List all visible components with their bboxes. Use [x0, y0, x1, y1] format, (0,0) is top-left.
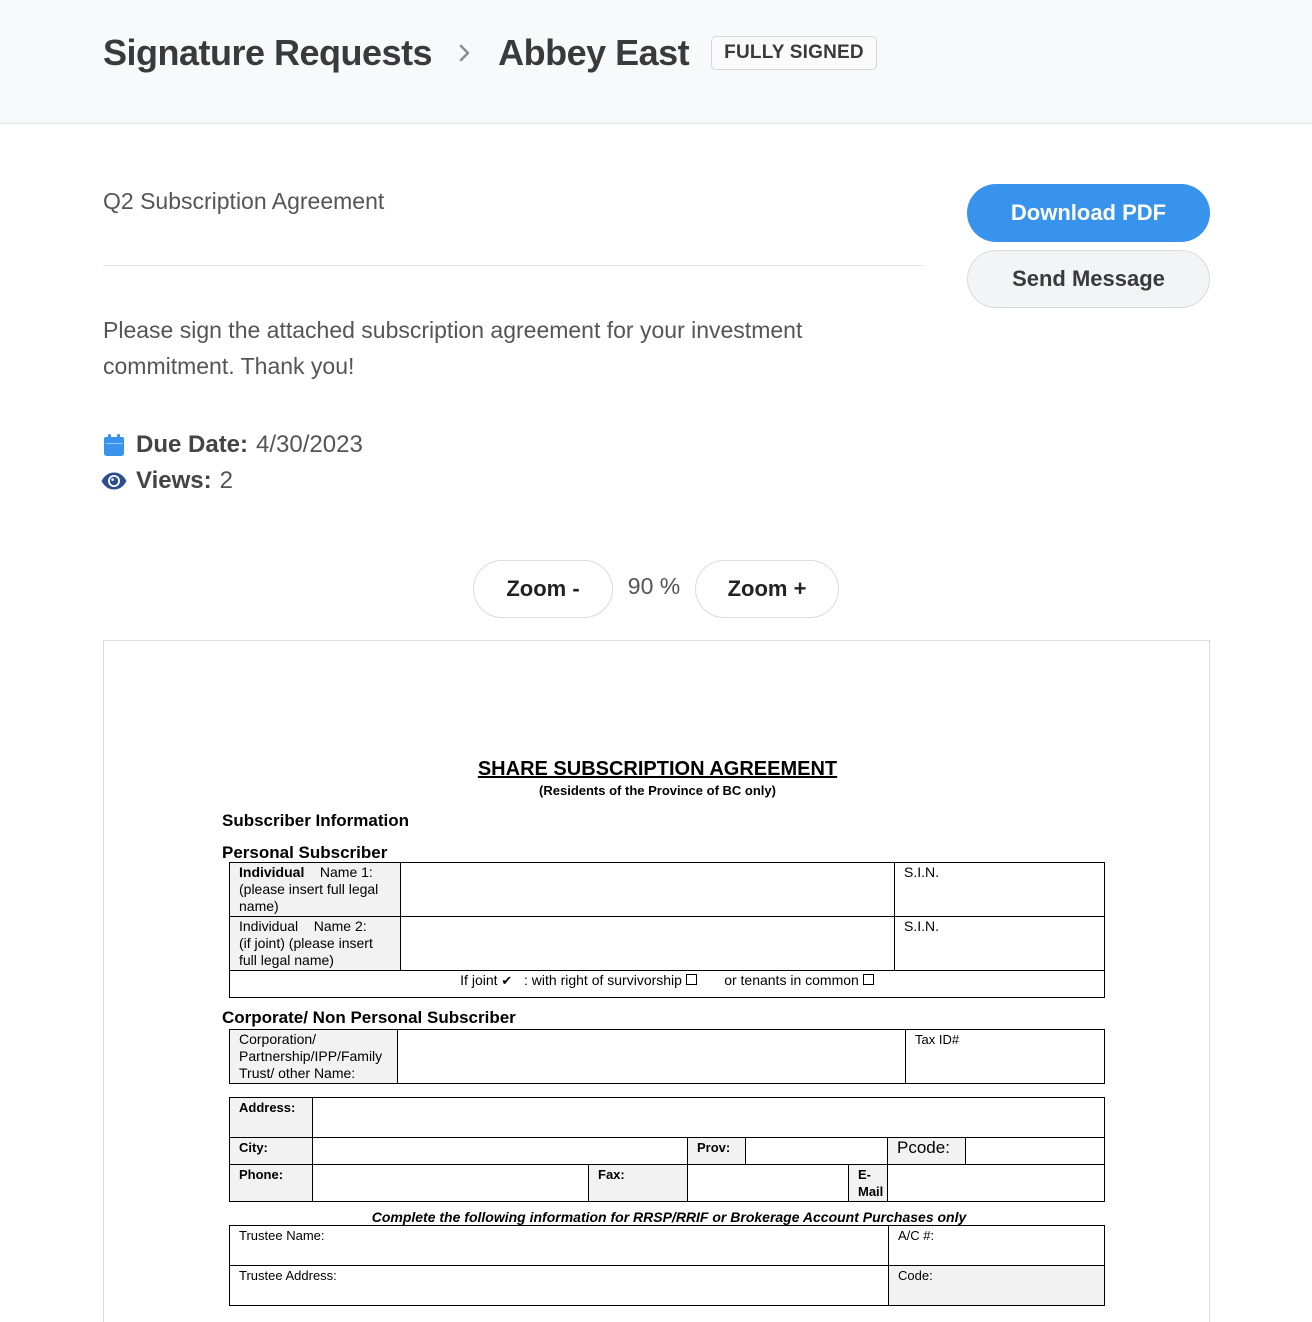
subscriber-info-heading: Subscriber Information	[222, 811, 410, 830]
fax-label: Fax:	[588, 1164, 688, 1202]
status-badge: FULLY SIGNED	[711, 36, 877, 70]
email-label: E-Mail	[848, 1164, 888, 1202]
personal-subscriber-heading: Personal Subscriber	[222, 843, 388, 862]
trustee-table: Trustee Name: A/C #: Trustee Address: Co…	[229, 1225, 1105, 1306]
joint-prefix: If joint	[460, 972, 498, 988]
name2-field	[400, 916, 895, 971]
calendar-icon	[100, 433, 128, 457]
tax-id-cell: Tax ID#	[905, 1029, 1105, 1084]
phone-field	[312, 1164, 589, 1202]
joint-ownership-row: If joint ✔ : with right of survivorship …	[229, 970, 1105, 998]
address-label: Address:	[229, 1097, 313, 1138]
name2-label-cell: Individual Name 2: (if joint) (please in…	[229, 916, 401, 971]
due-date-label: Due Date:	[136, 431, 249, 458]
prov-label: Prov:	[687, 1137, 746, 1165]
code-cell: Code:	[888, 1265, 1105, 1306]
address-table: Address: City: Prov: Pcode: Phone: Fax: …	[229, 1097, 1105, 1202]
trustee-name-cell: Trustee Name:	[229, 1225, 889, 1266]
tenants-checkbox	[862, 974, 874, 985]
rrsp-note: Complete the following information for R…	[371, 1209, 967, 1225]
name1-label-cell: Individual Name 1: (please insert full l…	[229, 862, 401, 917]
corporate-subscriber-table: Corporation/ Partnership/IPP/Family Trus…	[229, 1029, 1105, 1084]
due-date-value: 4/30/2023	[256, 431, 363, 458]
sin2-cell: S.I.N.	[894, 916, 1105, 971]
corporate-subscriber-heading: Corporate/ Non Personal Subscriber	[222, 1008, 516, 1027]
page-title: Abbey East	[498, 32, 690, 73]
fax-field	[687, 1164, 849, 1202]
pcode-label: Pcode:	[887, 1137, 966, 1165]
address-field	[312, 1097, 1105, 1138]
corporate-name-label: Corporation/ Partnership/IPP/Family Trus…	[229, 1029, 398, 1084]
corporate-name-field	[397, 1029, 906, 1084]
survivorship-checkbox	[685, 974, 697, 985]
breadcrumb: Signature Requests Abbey East FULLY SIGN…	[103, 30, 877, 76]
pdf-page: SHARE SUBSCRIPTION AGREEMENT (Residents …	[104, 641, 1209, 1322]
due-date-row: Due Date: 4/30/2023	[100, 431, 363, 459]
request-message: Please sign the attached subscription ag…	[103, 317, 803, 379]
joint-survivorship-text: : with right of survivorship	[524, 972, 682, 988]
trustee-address-cell: Trustee Address:	[229, 1265, 889, 1306]
pdf-title: SHARE SUBSCRIPTION AGREEMENT	[104, 758, 1209, 781]
eye-icon	[100, 471, 128, 491]
pdf-title-text: SHARE SUBSCRIPTION AGREEMENT	[477, 758, 838, 780]
chevron-right-icon	[432, 43, 498, 63]
joint-tenants-text: or tenants in common	[724, 972, 859, 988]
views-label: Views:	[136, 467, 212, 494]
name1-hint: (please insert full legal name)	[239, 881, 379, 914]
download-pdf-button[interactable]: Download PDF	[967, 184, 1210, 242]
send-message-button[interactable]: Send Message	[967, 250, 1210, 308]
name1-field	[400, 862, 895, 917]
page-header: Signature Requests Abbey East FULLY SIGN…	[0, 0, 1312, 124]
ac-number-cell: A/C #:	[888, 1225, 1105, 1266]
individual-label: Individual	[239, 864, 305, 880]
breadcrumb-signature-requests[interactable]: Signature Requests	[103, 32, 433, 74]
name2-hint: (if joint) (please insert full legal nam…	[239, 935, 373, 968]
phone-label: Phone:	[229, 1164, 313, 1202]
email-field	[887, 1164, 1105, 1202]
pcode-field	[965, 1137, 1105, 1165]
divider	[103, 265, 923, 266]
sin1-cell: S.I.N.	[894, 862, 1105, 917]
document-title: Q2 Subscription Agreement	[103, 188, 385, 214]
joint-check-icon: ✔	[501, 973, 513, 988]
views-value: 2	[219, 467, 233, 494]
city-label: City:	[229, 1137, 313, 1165]
zoom-out-button[interactable]: Zoom -	[473, 560, 613, 618]
views-row: Views: 2	[100, 467, 233, 495]
personal-subscriber-table: Individual Name 1: (please insert full l…	[229, 862, 1105, 998]
name1-label: Name 1:	[319, 864, 373, 880]
city-field	[312, 1137, 688, 1165]
prov-field	[745, 1137, 888, 1165]
zoom-level: 90 %	[627, 573, 681, 599]
zoom-in-button[interactable]: Zoom +	[695, 560, 839, 618]
pdf-viewer[interactable]: SHARE SUBSCRIPTION AGREEMENT (Residents …	[103, 640, 1210, 1322]
pdf-subtitle: (Residents of the Province of BC only)	[539, 783, 776, 798]
name2-label: Name 2:	[313, 918, 367, 934]
individual2-label: Individual	[239, 918, 299, 934]
